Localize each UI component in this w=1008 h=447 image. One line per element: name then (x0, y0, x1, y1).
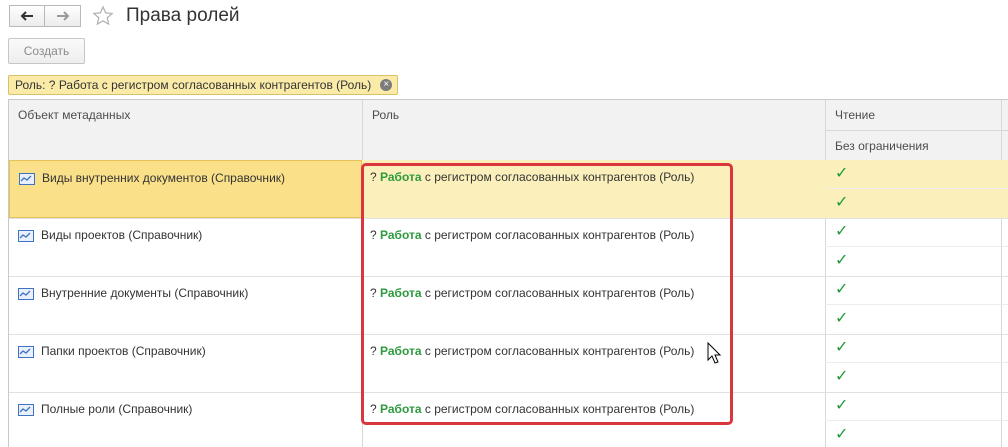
object-name: Внутренние документы (Справочник) (41, 286, 249, 300)
role-cell[interactable]: ? Работа с регистром согласованных контр… (370, 228, 694, 242)
object-name: Полные роли (Справочник) (41, 402, 193, 416)
role-filter-label: Роль: ? Работа с регистром согласованных… (15, 78, 372, 92)
object-cell[interactable]: Внутренние документы (Справочник) (9, 276, 362, 334)
row-divider (825, 362, 1008, 363)
read-check-icon[interactable]: ✓ (835, 340, 848, 356)
header-read-unrestricted[interactable]: Без ограничения (835, 139, 929, 153)
read-unrestricted-check-icon[interactable]: ✓ (835, 195, 848, 211)
role-name-bold: Работа (380, 170, 422, 184)
read-check-icon[interactable]: ✓ (835, 398, 848, 414)
read-unrestricted-check-icon[interactable]: ✓ (835, 427, 848, 443)
read-unrestricted-check-icon[interactable]: ✓ (835, 369, 848, 385)
rights-table: Объект метаданных Роль Чтение Без ограни… (8, 99, 1008, 447)
read-unrestricted-check-icon[interactable]: ✓ (835, 311, 848, 327)
table-row[interactable]: Полные роли (Справочник)? Работа с регис… (9, 392, 1008, 447)
star-icon[interactable] (92, 5, 114, 27)
header-divider (825, 130, 1008, 131)
role-name-rest: с регистром согласованных контрагентов (… (421, 228, 695, 242)
role-cell[interactable]: ? Работа с регистром согласованных контр… (370, 344, 694, 358)
object-name: Виды проектов (Справочник) (41, 228, 203, 242)
create-button[interactable]: Создать (8, 38, 85, 64)
object-cell[interactable]: Папки проектов (Справочник) (9, 334, 362, 392)
header-read[interactable]: Чтение (835, 108, 875, 122)
role-name-bold: Работа (380, 286, 422, 300)
forward-button[interactable] (45, 5, 81, 27)
role-name-rest: с регистром согласованных контрагентов (… (421, 402, 695, 416)
row-divider (825, 246, 1008, 247)
object-name: Виды внутренних документов (Справочник) (42, 171, 286, 185)
navigation-buttons (9, 5, 81, 27)
mouse-cursor-icon (707, 342, 721, 364)
table-row[interactable]: Папки проектов (Справочник)? Работа с ре… (9, 334, 1008, 393)
arrow-left-icon (20, 11, 33, 21)
arrow-right-icon (56, 11, 69, 21)
role-cell[interactable]: ? Работа с регистром согласованных контр… (370, 170, 694, 184)
role-name-bold: Работа (380, 402, 422, 416)
read-check-icon[interactable]: ✓ (835, 166, 848, 182)
role-name-bold: Работа (380, 344, 422, 358)
role-cell[interactable]: ? Работа с регистром согласованных контр… (370, 286, 694, 300)
close-circle-icon[interactable]: × (380, 79, 393, 91)
read-unrestricted-check-icon[interactable]: ✓ (835, 253, 848, 269)
page-title: Права ролей (126, 5, 240, 26)
catalog-icon (18, 404, 34, 416)
header-role[interactable]: Роль (372, 108, 399, 122)
read-check-icon[interactable]: ✓ (835, 282, 848, 298)
table-header: Объект метаданных Роль Чтение Без ограни… (9, 100, 1008, 161)
role-name-rest: с регистром согласованных контрагентов (… (421, 344, 695, 358)
table-row[interactable]: Виды проектов (Справочник)? Работа с рег… (9, 218, 1008, 277)
table-row[interactable]: Внутренние документы (Справочник)? Работ… (9, 276, 1008, 335)
row-divider (825, 420, 1008, 421)
read-check-icon[interactable]: ✓ (835, 224, 848, 240)
role-filter-chip[interactable]: Роль: ? Работа с регистром согласованных… (8, 75, 399, 95)
back-button[interactable] (9, 5, 45, 27)
header-object[interactable]: Объект метаданных (18, 108, 130, 122)
object-name: Папки проектов (Справочник) (41, 344, 206, 358)
object-cell[interactable]: Виды внутренних документов (Справочник) (9, 160, 362, 218)
role-prefix: ? (370, 286, 381, 300)
table-row[interactable]: Виды внутренних документов (Справочник)?… (9, 160, 1008, 219)
catalog-icon (18, 230, 34, 242)
catalog-icon (19, 173, 35, 185)
role-prefix: ? (370, 402, 381, 416)
role-name-rest: с регистром согласованных контрагентов (… (421, 170, 695, 184)
row-divider (825, 304, 1008, 305)
role-prefix: ? (370, 344, 381, 358)
role-cell[interactable]: ? Работа с регистром согласованных контр… (370, 402, 694, 416)
object-cell[interactable]: Виды проектов (Справочник) (9, 218, 362, 276)
role-prefix: ? (370, 170, 381, 184)
role-prefix: ? (370, 228, 381, 242)
row-divider (825, 188, 1008, 189)
role-name-bold: Работа (380, 228, 422, 242)
catalog-icon (18, 288, 34, 300)
role-name-rest: с регистром согласованных контрагентов (… (421, 286, 695, 300)
catalog-icon (18, 346, 34, 358)
object-cell[interactable]: Полные роли (Справочник) (9, 392, 362, 447)
